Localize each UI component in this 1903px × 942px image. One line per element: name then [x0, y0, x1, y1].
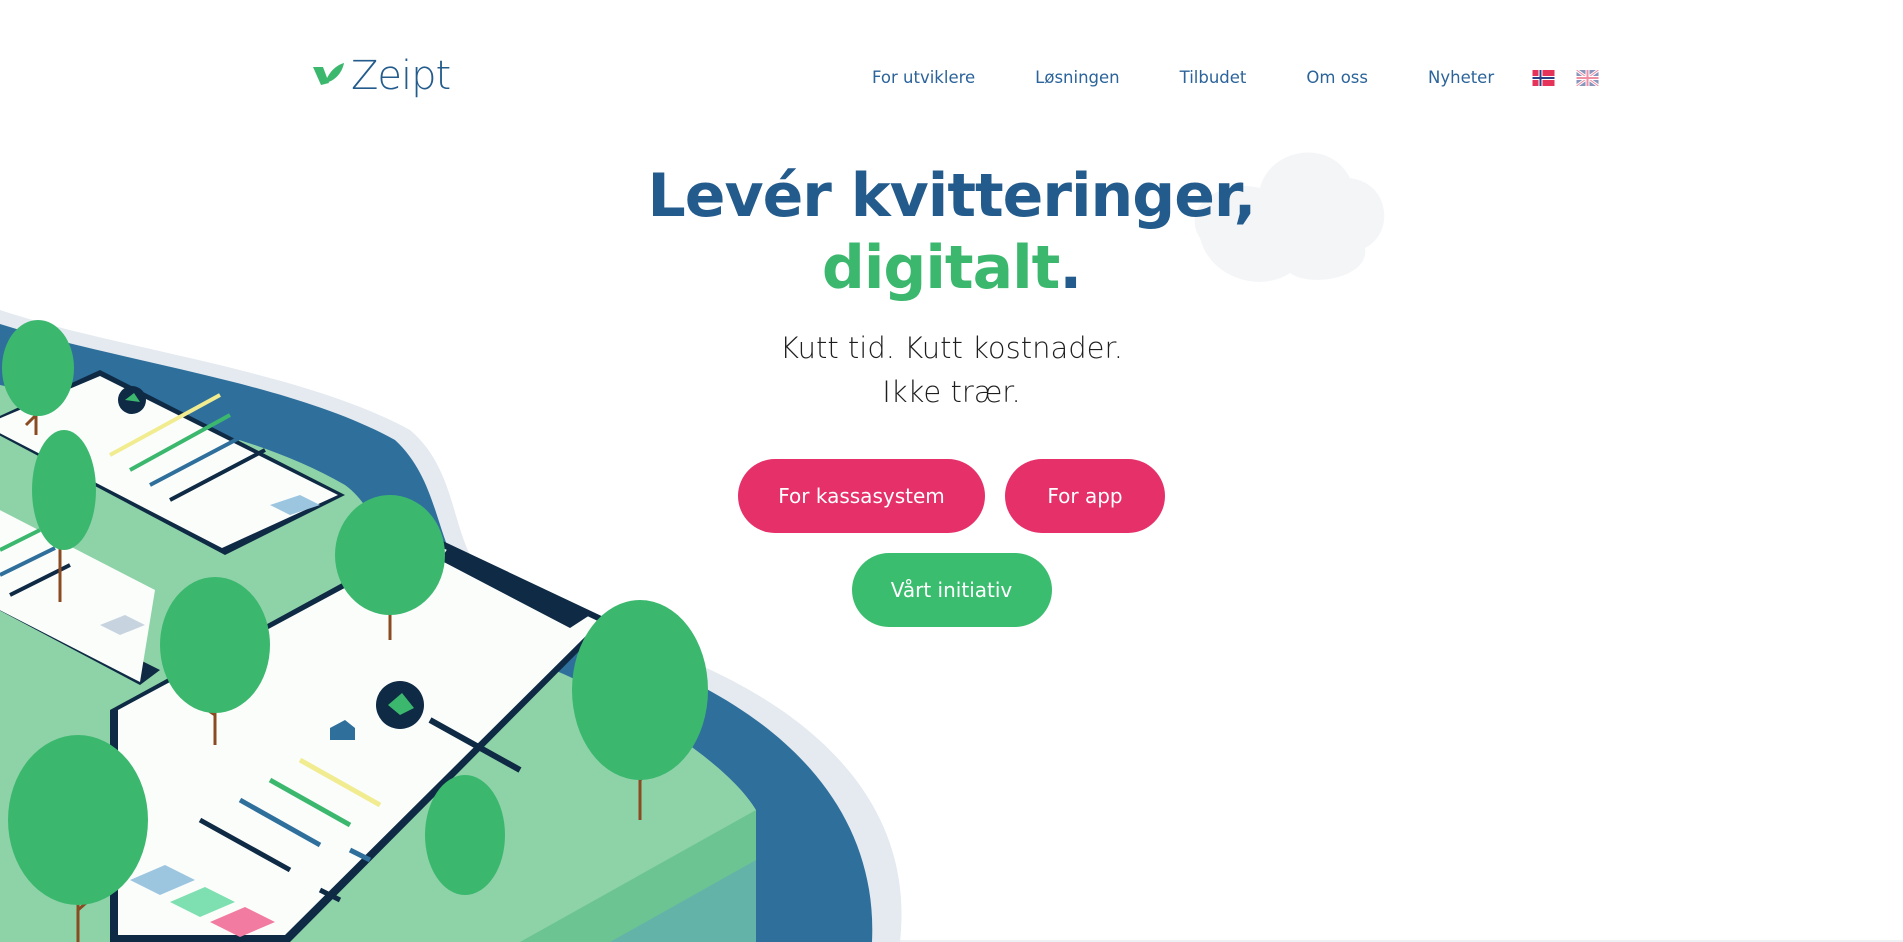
language-switcher [1532, 70, 1599, 86]
logo-wordmark: Zeipt [351, 53, 451, 99]
hero-cta-row-2: Vårt initiativ [0, 553, 1903, 627]
norway-flag-icon[interactable] [1532, 70, 1555, 86]
zeipt-leaf-icon [313, 63, 344, 85]
hero-title-accent: digitalt [821, 233, 1060, 303]
nav-item-tilbudet[interactable]: Tilbudet [1180, 68, 1247, 87]
nav-item-losningen[interactable]: Løsningen [1035, 68, 1119, 87]
nav-item-om-oss[interactable]: Om oss [1306, 68, 1368, 87]
our-initiative-button[interactable]: Vårt initiativ [851, 553, 1052, 627]
uk-flag-icon[interactable] [1576, 70, 1599, 86]
nav-item-for-utviklere[interactable]: For utviklere [872, 68, 975, 87]
main-navigation: For utviklere Løsningen Tilbudet Om oss … [872, 68, 1494, 87]
hero-cta-row: For kassasystem For app [0, 459, 1903, 533]
site-header: Zeipt For utviklere Løsningen Tilbudet O… [0, 0, 1903, 160]
hero-subtitle-line2: Ikke trær. [882, 375, 1021, 409]
hero-title-line1: Levér kvitteringer, [647, 161, 1257, 231]
hero-subtitle: Kutt tid. Kutt kostnader. Ikke trær. [0, 326, 1903, 414]
nav-item-nyheter[interactable]: Nyheter [1428, 68, 1494, 87]
for-app-button[interactable]: For app [1005, 459, 1165, 533]
hero-subtitle-line1: Kutt tid. Kutt kostnader. [780, 331, 1123, 365]
zeipt-logo[interactable]: Zeipt [311, 53, 451, 99]
hero-title: Levér kvitteringer, digitalt. [0, 160, 1903, 304]
hero-section: Levér kvitteringer, digitalt. Kutt tid. … [0, 160, 1903, 627]
for-kassasystem-button[interactable]: For kassasystem [738, 459, 985, 533]
hero-title-dot: . [1059, 233, 1082, 303]
